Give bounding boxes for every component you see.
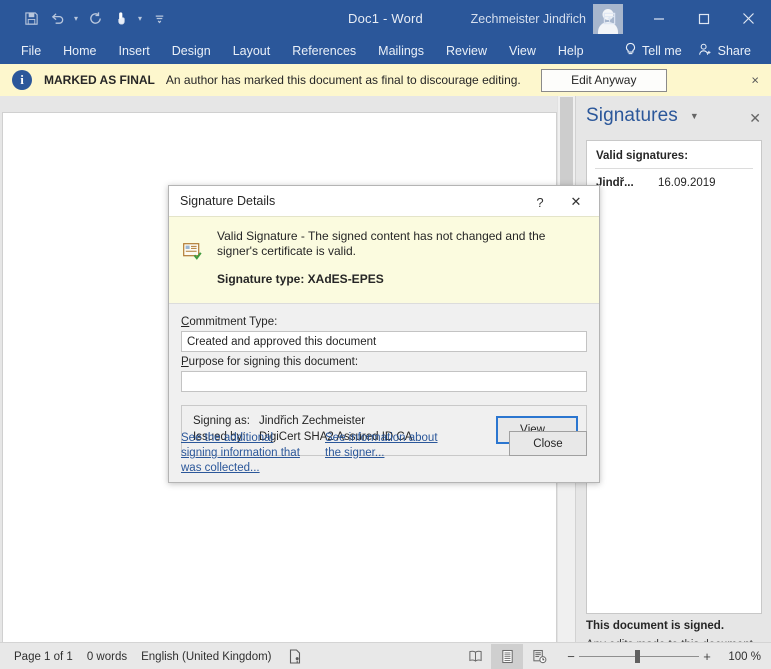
signatures-pane-title: Signatures [586,105,678,126]
touch-mouse-mode-icon[interactable] [108,6,134,32]
undo-dropdown-caret[interactable]: ▾ [70,6,82,32]
commitment-type-label: Commitment Type: [181,316,278,328]
restore-button[interactable] [681,0,726,37]
zoom-out-button[interactable]: − [563,649,579,664]
proofing-status-icon[interactable] [288,649,302,664]
zoom-in-button[interactable]: + [699,649,715,664]
lightbulb-icon [624,42,637,60]
zoom-slider-handle[interactable] [635,650,640,663]
word-count[interactable]: 0 words [87,651,127,663]
additional-signing-info-link[interactable]: See the additional signing information t… [181,431,309,476]
word-window: ▾ ▾ Doc1 - Word Zechmeister Jindřich Fil… [0,0,771,669]
account-name: Zechmeister Jindřich [470,11,586,26]
list-item[interactable]: Jindř... 16.09.2019 [587,169,761,189]
edit-anyway-button[interactable]: Edit Anyway [540,68,667,92]
close-button[interactable] [726,0,771,37]
chevron-down-icon[interactable]: ▼ [690,111,699,121]
tab-layout[interactable]: Layout [222,37,282,64]
tab-view[interactable]: View [498,37,547,64]
commitment-type-value[interactable]: Created and approved this document [181,331,587,352]
title-bar: ▾ ▾ Doc1 - Word Zechmeister Jindřich [0,0,771,37]
ribbon-right-group: Tell me Share [614,42,771,60]
signing-as-value: Jindřich Zechmeister [259,415,366,427]
tab-file[interactable]: File [10,37,52,64]
zoom-control: − + 100 % [563,649,771,664]
tell-me-button[interactable]: Tell me [614,42,692,60]
dialog-close-button[interactable]: Close [509,431,587,456]
signatures-task-pane: Signatures ▼ ✕ Valid signatures: Jindř..… [575,96,771,667]
dialog-title: Signature Details [180,194,276,208]
tab-design[interactable]: Design [161,37,222,64]
tab-help[interactable]: Help [547,37,595,64]
tell-me-label: Tell me [642,43,682,58]
share-label: Share [717,43,751,58]
certificate-check-icon [183,243,203,260]
signature-status-banner: Valid Signature - The signed content has… [169,216,599,304]
print-layout-button[interactable] [491,643,523,669]
info-icon: i [12,70,32,90]
valid-signatures-box: Valid signatures: Jindř... 16.09.2019 [586,140,762,614]
status-bar: Page 1 of 1 0 words English (United King… [0,642,771,669]
tab-home[interactable]: Home [52,37,107,64]
signature-signer-name: Jindř... [596,177,634,189]
status-right-group: − + 100 % [459,643,771,669]
pane-note-title: This document is signed. [586,620,725,632]
page-indicator[interactable]: Page 1 of 1 [14,651,73,663]
tab-references[interactable]: References [281,37,367,64]
help-icon[interactable]: ? [529,192,551,212]
ribbon-display-options-icon[interactable] [588,0,630,37]
touch-mode-dropdown-caret[interactable]: ▾ [134,6,146,32]
message-bar-close-icon[interactable]: × [751,73,759,88]
message-bar-text: An author has marked this document as fi… [165,73,521,87]
message-bar-title: MARKED AS FINAL [44,73,155,87]
tab-mailings[interactable]: Mailings [367,37,435,64]
dialog-close-icon[interactable]: ✕ [565,192,587,212]
tab-review[interactable]: Review [435,37,498,64]
language-indicator[interactable]: English (United Kingdom) [141,651,271,663]
signatures-pane-header: Signatures ▼ [586,105,699,127]
banner-status-text: Valid Signature - The signed content has… [217,229,546,258]
undo-icon[interactable] [44,6,70,32]
dialog-title-bar: Signature Details ? ✕ [169,186,599,216]
dialog-links: See the additional signing information t… [181,431,461,476]
tab-insert[interactable]: Insert [108,37,161,64]
signatures-pane-close-icon[interactable]: ✕ [749,110,761,127]
customize-qat-icon[interactable] [146,6,172,32]
redo-icon[interactable] [82,6,108,32]
read-mode-button[interactable] [459,644,491,669]
signature-details-dialog: Signature Details ? ✕ Valid Signature - … [168,185,600,483]
signing-as-label: Signing as: [193,415,250,427]
share-button[interactable]: Share [692,42,763,60]
purpose-label: Purpose for signing this document: [181,356,359,368]
ribbon-tabs: File Home Insert Design Layout Reference… [0,37,771,64]
web-layout-button[interactable] [523,644,555,669]
valid-signatures-label: Valid signatures: [596,150,689,162]
zoom-slider[interactable] [579,650,699,664]
purpose-input[interactable] [181,371,587,392]
signature-date: 16.09.2019 [658,177,716,189]
minimize-button[interactable] [636,0,681,37]
message-bar: i MARKED AS FINAL An author has marked t… [0,64,771,97]
quick-access-toolbar: ▾ ▾ [18,0,172,37]
zoom-percent-label[interactable]: 100 % [725,651,761,663]
window-controls [588,0,771,37]
banner-signature-type: Signature type: XAdES-EPES [217,272,384,286]
person-add-icon [698,42,713,60]
save-icon[interactable] [18,6,44,32]
signer-info-link[interactable]: See information about the signer... [325,431,453,476]
